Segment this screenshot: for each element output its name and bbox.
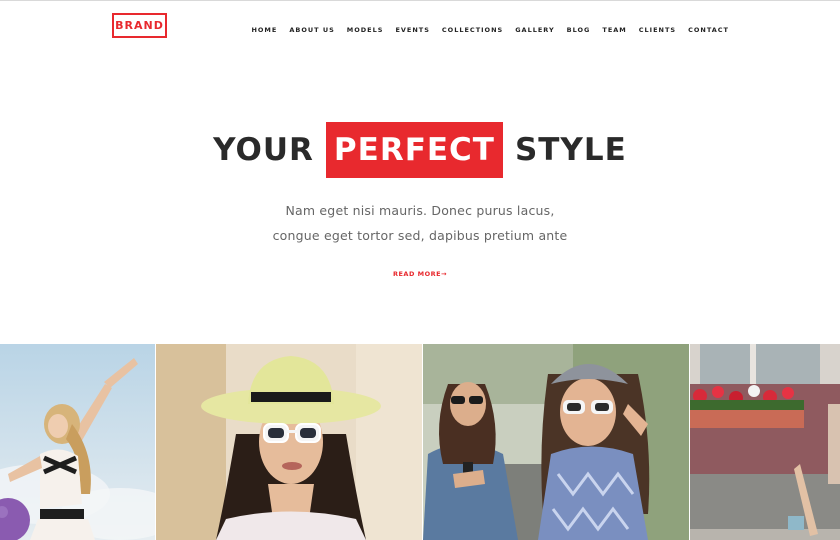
hero-title: YOUR PERFECT STYLE <box>0 122 840 178</box>
hero-subtitle-line-2: congue eget tortor sed, dapibus pretium … <box>272 228 568 243</box>
nav-item-about-us: ABOUT US <box>289 17 334 36</box>
hat-sunglasses-woman-image <box>156 344 422 540</box>
nav-item-blog: BLOG <box>567 17 591 36</box>
nav-link-about-us[interactable]: ABOUT US <box>289 26 334 34</box>
nav-link-home[interactable]: HOME <box>251 26 277 34</box>
nav-link-models[interactable]: MODELS <box>347 26 384 34</box>
two-friends-phone-image <box>423 344 689 540</box>
gallery-photo-window-flowers[interactable] <box>690 344 840 540</box>
photo-gallery <box>0 344 840 540</box>
jumping-woman-image <box>0 344 155 540</box>
nav-link-gallery[interactable]: GALLERY <box>515 26 554 34</box>
nav-link-events[interactable]: EVENTS <box>395 26 429 34</box>
gallery-photo-jumping-woman[interactable] <box>0 344 155 540</box>
nav-item-collections: COLLECTIONS <box>442 17 503 36</box>
nav-link-collections[interactable]: COLLECTIONS <box>442 26 503 34</box>
window-flowers-woman-image <box>690 344 840 540</box>
nav-link-contact[interactable]: CONTACT <box>688 26 729 34</box>
gallery-photo-two-friends[interactable] <box>423 344 689 540</box>
nav-item-team: TEAM <box>602 17 626 36</box>
nav-link-blog[interactable]: BLOG <box>567 26 591 34</box>
nav-link-clients[interactable]: CLIENTS <box>639 26 676 34</box>
brand-logo[interactable]: BRAND <box>112 13 167 38</box>
hero-title-highlight: PERFECT <box>325 122 503 178</box>
read-more-link[interactable]: READ MORE→ <box>0 270 840 278</box>
nav-item-home: HOME <box>251 17 277 36</box>
hero-title-word-your: YOUR <box>213 132 314 168</box>
nav-item-gallery: GALLERY <box>515 17 554 36</box>
top-border <box>0 0 840 1</box>
nav-link-team[interactable]: TEAM <box>602 26 626 34</box>
nav-item-events: EVENTS <box>395 17 429 36</box>
gallery-photo-hat-woman[interactable] <box>156 344 422 540</box>
main-nav: HOME ABOUT US MODELS EVENTS COLLECTIONS … <box>251 20 729 34</box>
nav-item-clients: CLIENTS <box>639 17 676 36</box>
nav-item-models: MODELS <box>347 17 384 36</box>
nav-item-contact: CONTACT <box>688 17 729 36</box>
hero-subtitle-line-1: Nam eget nisi mauris. Donec purus lacus, <box>285 203 555 218</box>
hero-title-word-style: STYLE <box>514 132 627 168</box>
